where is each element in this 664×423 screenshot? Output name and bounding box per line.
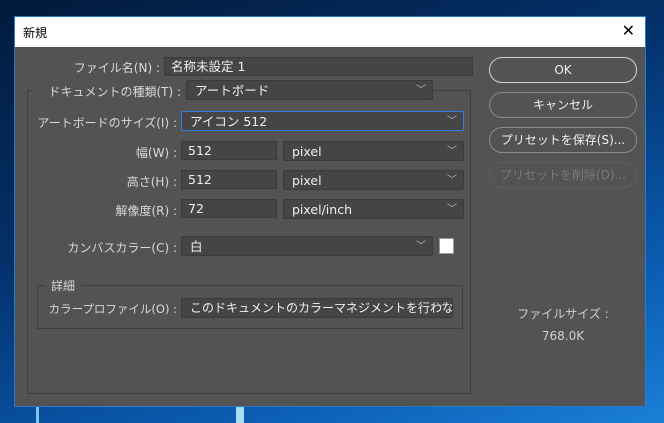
- canvas-color-select[interactable]: 白 ﹀: [181, 236, 433, 256]
- resolution-label: 解像度(R) :: [115, 204, 177, 218]
- save-preset-button[interactable]: プリセットを保存(S)...: [489, 127, 637, 153]
- document-type-label: ドキュメントの種類(T) :: [33, 83, 183, 100]
- title-bar: 新規 ✕: [15, 17, 645, 47]
- document-type-select[interactable]: アートボード ﹀: [186, 80, 433, 100]
- height-unit-select[interactable]: pixel ﹀: [283, 170, 464, 190]
- canvas-color-label: カンバスカラー(C) :: [67, 241, 177, 255]
- resolution-unit-select[interactable]: pixel/inch ﹀: [283, 199, 464, 219]
- file-name-input[interactable]: 名称未設定 1: [164, 57, 473, 76]
- canvas-color-value: 白: [190, 239, 203, 254]
- height-unit-value: pixel: [292, 173, 322, 188]
- chevron-down-icon: ﹀: [447, 204, 457, 215]
- ok-button[interactable]: OK: [489, 57, 637, 83]
- chevron-down-icon: ﹀: [447, 175, 457, 186]
- new-document-dialog: 新規 ✕ ファイル名(N) : 名称未設定 1 ドキュメントの種類(T) : ア…: [14, 16, 646, 407]
- chevron-down-icon: ﹀: [416, 241, 426, 252]
- chevron-down-icon: ﹀: [447, 146, 457, 157]
- resolution-unit-value: pixel/inch: [292, 202, 352, 217]
- close-icon[interactable]: ✕: [622, 21, 635, 40]
- desktop-window-pane: [236, 407, 244, 423]
- color-profile-label: カラープロファイル(O) :: [48, 302, 177, 316]
- height-input[interactable]: 512: [181, 170, 277, 189]
- artboard-size-label: アートボードのサイズ(I) :: [37, 116, 177, 130]
- width-unit-select[interactable]: pixel ﹀: [283, 141, 464, 161]
- dialog-title: 新規: [23, 26, 48, 40]
- width-label: 幅(W) :: [135, 146, 177, 160]
- chevron-down-icon: ﹀: [436, 303, 446, 314]
- resolution-input[interactable]: 72: [181, 199, 277, 218]
- file-size-value: 768.0K: [541, 329, 585, 343]
- advanced-title: 詳細: [45, 277, 82, 294]
- height-label: 高さ(H) :: [126, 175, 177, 189]
- width-input[interactable]: 512: [181, 141, 277, 160]
- width-unit-value: pixel: [292, 144, 322, 159]
- document-type-value: アートボード: [195, 83, 270, 98]
- desktop-window-pane: [36, 407, 39, 423]
- artboard-size-select[interactable]: アイコン 512 ﹀: [181, 111, 464, 131]
- file-name-label: ファイル名(N) :: [73, 61, 160, 75]
- canvas-color-swatch[interactable]: [439, 238, 454, 254]
- color-profile-value: このドキュメントのカラーマネジメントを行わない: [190, 301, 453, 315]
- cancel-button[interactable]: キャンセル: [489, 92, 637, 118]
- delete-preset-button[interactable]: プリセットを削除(D)...: [489, 162, 637, 188]
- file-size-label: ファイルサイズ :: [517, 307, 609, 321]
- chevron-down-icon: ﹀: [416, 85, 426, 96]
- chevron-down-icon: ﹀: [447, 116, 457, 127]
- artboard-size-value: アイコン 512: [190, 114, 268, 129]
- color-profile-select[interactable]: このドキュメントのカラーマネジメントを行わない ﹀: [181, 298, 453, 318]
